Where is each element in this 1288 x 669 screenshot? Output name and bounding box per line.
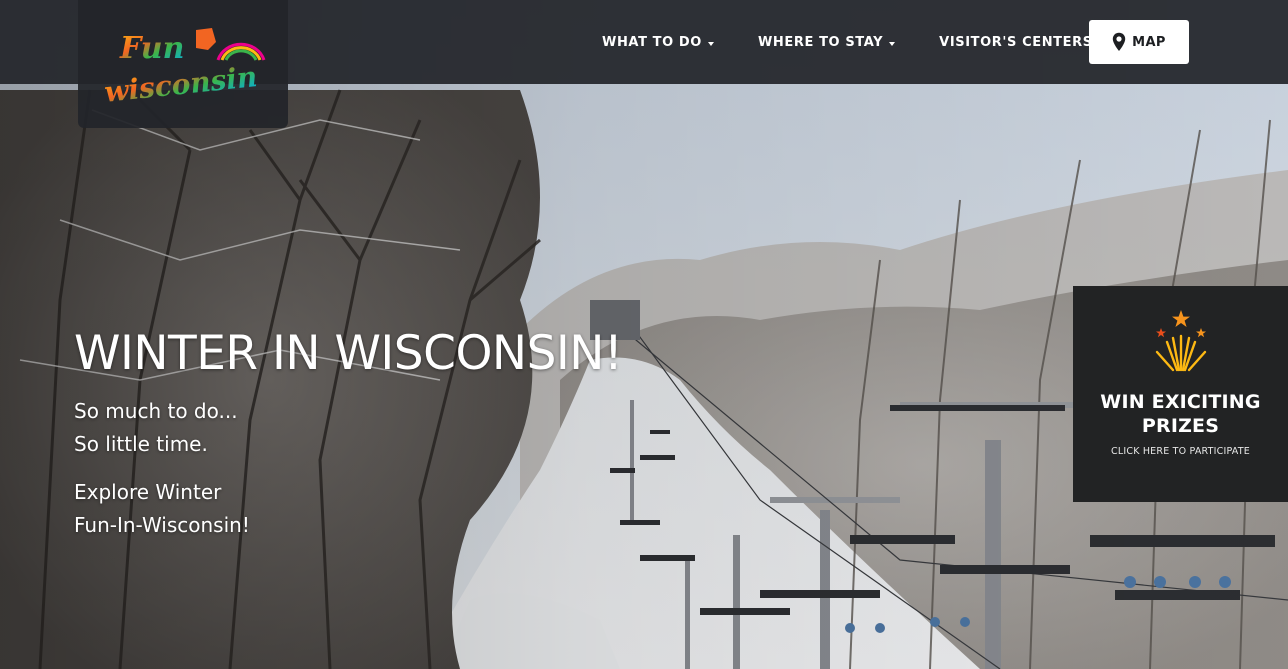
hero-explore-line2: Fun-In-Wisconsin! <box>74 513 250 537</box>
caret-down-icon <box>707 42 714 46</box>
logo-graphic: Fun wisconsin <box>103 28 266 106</box>
prize-title-line1: WIN EXICITING <box>1100 391 1261 413</box>
hero-explore-line1: Explore Winter <box>74 480 222 504</box>
prize-title: WIN EXICITING PRIZES <box>1073 390 1288 438</box>
hero-tagline-line2: So little time. <box>74 432 208 456</box>
prize-title-line2: PRIZES <box>1141 415 1220 437</box>
caret-down-icon <box>889 42 896 46</box>
map-pin-icon <box>1112 32 1126 51</box>
hero-tagline-line1: So much to do... <box>74 399 238 423</box>
hero-title: WINTER IN WISCONSIN! <box>74 326 623 381</box>
prize-panel[interactable]: WIN EXICITING PRIZES CLICK HERE TO PARTI… <box>1073 286 1288 502</box>
logo-line1: Fun <box>119 31 184 66</box>
nav-item-what-to-do[interactable]: WHAT TO DO <box>580 0 736 84</box>
fireworks-icon <box>1155 310 1206 372</box>
main-nav: WHAT TO DO WHERE TO STAY VISITOR'S CENTE… <box>580 0 1127 84</box>
site-logo[interactable]: Fun wisconsin <box>100 20 270 106</box>
hero-explore-link[interactable]: Explore Winter Fun-In-Wisconsin! <box>74 476 622 542</box>
map-button[interactable]: MAP <box>1089 20 1189 64</box>
logo-line2: wisconsin <box>103 60 259 106</box>
nav-item-label: VISITOR'S CENTERS <box>939 34 1093 50</box>
prize-participate-link[interactable]: CLICK HERE TO PARTICIPATE <box>1073 446 1288 457</box>
hero-tagline: So much to do... So little time. <box>74 395 622 461</box>
map-button-label: MAP <box>1132 34 1166 50</box>
nav-item-where-to-stay[interactable]: WHERE TO STAY <box>736 0 917 84</box>
nav-item-label: WHERE TO STAY <box>757 34 884 50</box>
hero-text: WINTER IN WISCONSIN! So much to do... So… <box>74 326 623 542</box>
nav-item-label: WHAT TO DO <box>602 34 702 50</box>
